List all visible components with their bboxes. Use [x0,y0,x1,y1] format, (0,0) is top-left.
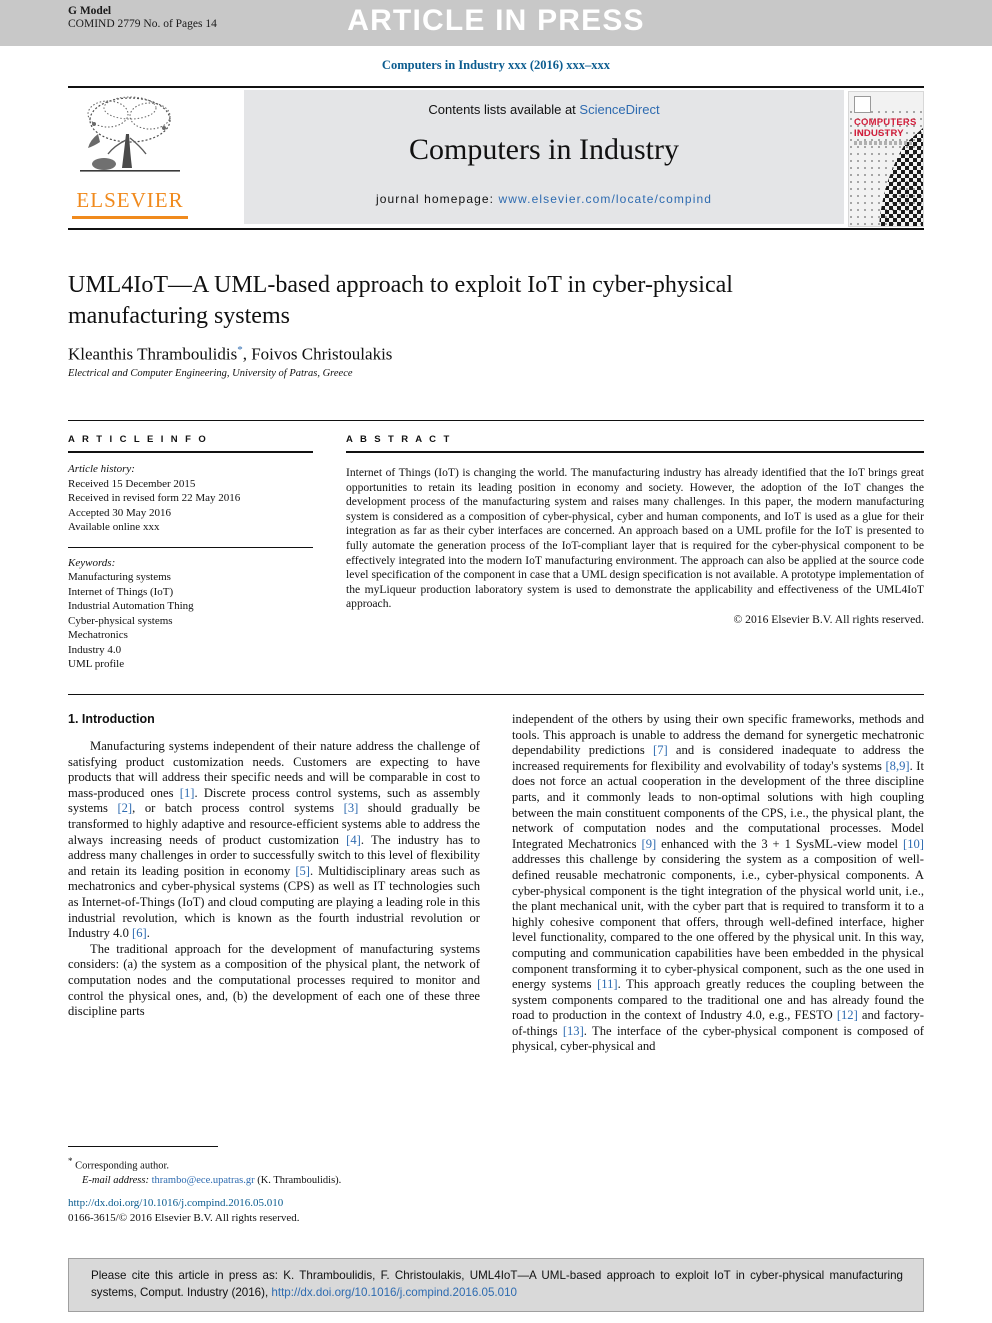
journal-homepage-url[interactable]: www.elsevier.com/locate/compind [499,192,713,206]
article-history-label: Article history: [68,463,135,475]
paragraph-text: enhanced with the 3 + 1 SysML-view model [656,836,904,851]
email-label: E-mail address: [82,1174,149,1186]
history-item: Received 15 December 2015 [68,477,196,490]
keyword-item: Cyber-physical systems [68,614,173,627]
email-owner: (K. Thramboulidis). [257,1174,342,1186]
email-link[interactable]: thrambo@ece.upatras.gr [152,1175,255,1186]
contents-lists-prefix: Contents lists available at [428,102,580,117]
journal-homepage-label: journal homepage: [375,192,499,206]
footnote-block: * Corresponding author. E-mail address: … [68,1154,480,1188]
citation-reference[interactable]: [6] [132,926,147,940]
author-name-primary: Kleanthis Thramboulidis [68,344,238,364]
keywords-block: Keywords: Manufacturing systems Internet… [68,556,313,672]
page-title: UML4IoT—A UML-based approach to exploit … [68,272,733,329]
keyword-item: Manufacturing systems [68,571,171,583]
journal-cover-thumbnail: COMPUTERS IN INDUSTRY [848,91,924,227]
issn-copyright: 0166-3615/© 2016 Elsevier B.V. All right… [68,1211,300,1224]
cover-subtitle-placeholder [854,141,912,145]
article-info-column: A R T I C L E I N F O Article history: R… [68,434,313,672]
contents-lists-line: Contents lists available at ScienceDirec… [244,102,844,117]
imprint-block: http://dx.doi.org/10.1016/j.compind.2016… [68,1196,568,1225]
elsevier-rule [72,216,188,219]
paragraph: The traditional approach for the develop… [68,942,480,1020]
body-column-left: 1. Introduction Manufacturing systems in… [68,712,480,1020]
keywords-label: Keywords: [68,556,116,569]
cover-publisher-logo-icon [854,96,871,113]
journal-title: Computers in Industry [409,133,679,166]
paragraph-text: . [146,926,150,941]
sciencedirect-link[interactable]: ScienceDirect [579,102,659,117]
article-history-block: Article history: Received 15 December 20… [68,462,313,535]
citation-reference[interactable]: [5] [295,864,310,878]
abstract-copyright: © 2016 Elsevier B.V. All rights reserved… [733,612,924,626]
keywords-rule [68,546,313,548]
affiliation: Electrical and Computer Engineering, Uni… [68,368,353,379]
keyword-item: Mechatronics [68,629,128,641]
doi-link[interactable]: http://dx.doi.org/10.1016/j.compind.2016… [68,1196,568,1211]
cite-this-article-box: Please cite this article in press as: K.… [68,1258,924,1312]
author-name-secondary: , Foivos Christoulakis [242,344,393,364]
citation-reference[interactable]: [1] [180,786,195,800]
citation-reference[interactable]: [3] [344,801,359,815]
history-item: Available online xxx [68,521,160,533]
corresponding-author-note: * Corresponding author. [68,1154,480,1174]
paragraph-text: addresses this challenge by considering … [512,852,924,992]
citation-reference[interactable]: [8,9] [885,759,909,773]
abstract-rule [346,451,924,453]
footnote-rule [68,1146,218,1147]
article-info-rule [68,451,313,453]
citation-reference[interactable]: [4] [346,833,361,847]
cover-title-line2: INDUSTRY [854,128,904,139]
paragraph: Manufacturing systems independent of the… [68,739,480,942]
email-note: E-mail address: thrambo@ece.upatras.gr (… [68,1174,480,1188]
paragraph: independent of the others by using their… [512,712,924,1055]
paragraph-text: , or batch process control systems [132,801,344,816]
citation-reference[interactable]: [10] [903,837,924,851]
history-item: Accepted 30 May 2016 [68,506,171,519]
keyword-item: Industry 4.0 [68,643,122,656]
cite-doi-link[interactable]: http://dx.doi.org/10.1016/j.compind.2016… [271,1286,517,1299]
author-list: Kleanthis Thramboulidis*, Foivos Christo… [68,344,768,365]
info-band-bottom-rule [68,694,924,695]
corresponding-author-text: Corresponding author. [75,1160,170,1172]
journal-homepage-line: journal homepage: www.elsevier.com/locat… [244,192,844,206]
citation-reference[interactable]: [9] [642,837,657,851]
section-heading-introduction: 1. Introduction [68,712,155,726]
keyword-item: UML profile [68,658,125,670]
info-band-top-rule [68,420,924,421]
keyword-item: Internet of Things (IoT) [68,585,174,598]
elsevier-wordmark: ELSEVIER [76,188,184,212]
citation-reference[interactable]: [7] [653,743,668,757]
elsevier-logo: ELSEVIER [68,92,192,224]
history-item: Received in revised form 22 May 2016 [68,492,241,504]
article-info-heading: A R T I C L E I N F O [68,434,209,445]
citation-reference[interactable]: [2] [117,801,132,815]
citation-reference[interactable]: [13] [563,1024,584,1038]
abstract-heading: A B S T R A C T [346,434,452,445]
running-head[interactable]: Computers in Industry xxx (2016) xxx–xxx [0,58,992,73]
citation-reference[interactable]: [12] [837,1008,858,1022]
journal-masthead: ELSEVIER Contents lists available at Sci… [68,86,924,230]
keyword-item: Industrial Automation Thing [68,600,194,612]
elsevier-tree-icon [80,96,180,172]
cite-this-article-text: Please cite this article in press as: K.… [91,1267,903,1301]
abstract-text: Internet of Things (IoT) is changing the… [346,466,924,611]
body-column-right: independent of the others by using their… [512,712,924,1055]
article-in-press-label: ARTICLE IN PRESS [347,4,645,37]
paragraph-text: The traditional approach for the develop… [68,941,480,1019]
citation-reference[interactable]: [11] [597,977,618,991]
abstract-column: A B S T R A C T Internet of Things (IoT)… [346,434,924,626]
footnote-marker: * [68,1156,73,1166]
